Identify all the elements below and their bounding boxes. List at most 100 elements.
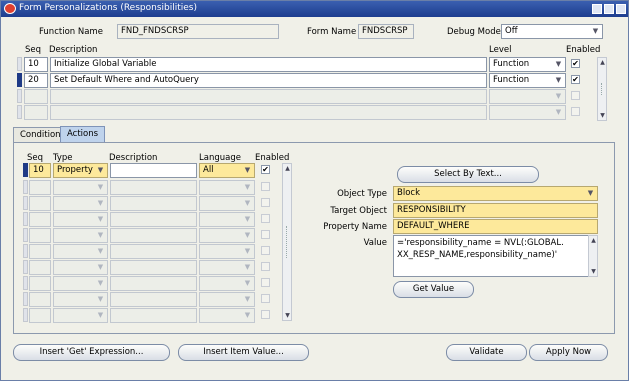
- rule-level-select[interactable]: ▼: [489, 105, 566, 120]
- action-description-field[interactable]: [110, 260, 197, 275]
- insert-item-value-button[interactable]: Insert Item Value...: [178, 344, 309, 361]
- rules-scrollbar[interactable]: ▲ ▼: [597, 57, 607, 121]
- action-seq-field[interactable]: [29, 292, 51, 307]
- action-description-field[interactable]: [110, 308, 197, 323]
- select-by-text-button[interactable]: Select By Text...: [397, 166, 539, 183]
- rule-level-select[interactable]: Function ▼: [489, 73, 566, 88]
- scroll-up-icon[interactable]: ▲: [284, 165, 291, 172]
- object-type-select[interactable]: Block ▼: [393, 186, 598, 201]
- row-indicator[interactable]: [23, 260, 28, 274]
- rule-seq-field[interactable]: [24, 89, 48, 104]
- action-seq-field[interactable]: [29, 196, 51, 211]
- value-scrollbar[interactable]: ▲ ▼: [588, 235, 598, 277]
- action-enabled-checkbox[interactable]: [261, 214, 270, 223]
- rule-level-select[interactable]: ▼: [489, 89, 566, 104]
- action-description-field[interactable]: [110, 276, 197, 291]
- apply-now-button[interactable]: Apply Now: [529, 344, 608, 361]
- tab-actions[interactable]: Actions: [60, 126, 106, 143]
- row-indicator-selected[interactable]: [23, 163, 28, 177]
- action-enabled-checkbox[interactable]: [261, 182, 270, 191]
- rule-description-field[interactable]: Set Default Where and AutoQuery: [50, 73, 487, 88]
- action-language-select[interactable]: ▼: [199, 244, 255, 259]
- scroll-down-icon[interactable]: ▼: [590, 268, 597, 275]
- rule-description-field[interactable]: [50, 105, 487, 120]
- scroll-up-icon[interactable]: ▲: [590, 237, 597, 244]
- row-indicator[interactable]: [17, 57, 22, 71]
- action-type-select[interactable]: ▼: [53, 276, 108, 291]
- action-enabled-checkbox[interactable]: [261, 246, 270, 255]
- action-language-select[interactable]: ▼: [199, 308, 255, 323]
- action-description-field[interactable]: [110, 228, 197, 243]
- action-seq-field[interactable]: [29, 228, 51, 243]
- rule-enabled-checkbox[interactable]: ✔: [571, 59, 580, 68]
- rule-seq-field[interactable]: 10: [24, 57, 48, 72]
- action-seq-field[interactable]: 10: [29, 163, 51, 178]
- action-type-select[interactable]: ▼: [53, 212, 108, 227]
- action-seq-field[interactable]: [29, 308, 51, 323]
- rule-enabled-checkbox[interactable]: ✔: [571, 75, 580, 84]
- action-enabled-checkbox[interactable]: [261, 198, 270, 207]
- action-language-select[interactable]: All ▼: [199, 163, 255, 178]
- rule-enabled-checkbox[interactable]: [571, 91, 580, 100]
- action-type-select[interactable]: ▼: [53, 228, 108, 243]
- rule-enabled-checkbox[interactable]: [571, 107, 580, 116]
- action-enabled-checkbox[interactable]: [261, 310, 270, 319]
- row-indicator[interactable]: [23, 212, 28, 226]
- action-type-select[interactable]: ▼: [53, 196, 108, 211]
- action-seq-field[interactable]: [29, 212, 51, 227]
- action-language-select[interactable]: ▼: [199, 260, 255, 275]
- action-type-select[interactable]: Property ▼: [53, 163, 108, 178]
- target-object-field[interactable]: RESPONSIBILITY: [393, 203, 598, 218]
- action-type-select[interactable]: ▼: [53, 292, 108, 307]
- row-indicator[interactable]: [23, 244, 28, 258]
- row-indicator-selected[interactable]: [17, 73, 22, 87]
- scrollbar-grip[interactable]: [286, 226, 288, 258]
- action-type-select[interactable]: ▼: [53, 180, 108, 195]
- row-indicator[interactable]: [23, 276, 28, 290]
- insert-get-expression-button[interactable]: Insert 'Get' Expression...: [13, 344, 170, 361]
- row-indicator[interactable]: [17, 89, 22, 103]
- scroll-up-icon[interactable]: ▲: [599, 59, 606, 66]
- row-indicator[interactable]: [17, 105, 22, 119]
- action-enabled-checkbox[interactable]: [261, 262, 270, 271]
- action-description-field[interactable]: [110, 212, 197, 227]
- row-indicator[interactable]: [23, 292, 28, 306]
- rule-description-field[interactable]: Initialize Global Variable: [50, 57, 487, 72]
- action-type-select[interactable]: ▼: [53, 308, 108, 323]
- action-language-select[interactable]: ▼: [199, 212, 255, 227]
- rule-seq-field[interactable]: 20: [24, 73, 48, 88]
- row-indicator[interactable]: [23, 196, 28, 210]
- action-type-select[interactable]: ▼: [53, 244, 108, 259]
- action-enabled-checkbox[interactable]: [261, 230, 270, 239]
- value-textarea[interactable]: ='responsibility_name = NVL(:GLOBAL. XX_…: [393, 235, 589, 277]
- minimize-icon[interactable]: [592, 4, 602, 14]
- validate-button[interactable]: Validate: [446, 344, 527, 361]
- action-description-field[interactable]: [110, 163, 197, 178]
- action-language-select[interactable]: ▼: [199, 180, 255, 195]
- action-description-field[interactable]: [110, 196, 197, 211]
- action-language-select[interactable]: ▼: [199, 196, 255, 211]
- action-type-select[interactable]: ▼: [53, 260, 108, 275]
- action-seq-field[interactable]: [29, 260, 51, 275]
- scroll-down-icon[interactable]: ▼: [599, 112, 606, 119]
- debug-mode-select[interactable]: Off ▼: [501, 24, 603, 39]
- row-indicator[interactable]: [23, 308, 28, 322]
- action-enabled-checkbox[interactable]: [261, 294, 270, 303]
- action-description-field[interactable]: [110, 180, 197, 195]
- rule-seq-field[interactable]: [24, 105, 48, 120]
- action-enabled-checkbox[interactable]: ✔: [261, 165, 270, 174]
- action-description-field[interactable]: [110, 244, 197, 259]
- action-language-select[interactable]: ▼: [199, 276, 255, 291]
- action-language-select[interactable]: ▼: [199, 228, 255, 243]
- function-name-field[interactable]: FND_FNDSCRSP: [117, 24, 279, 39]
- action-enabled-checkbox[interactable]: [261, 278, 270, 287]
- row-indicator[interactable]: [23, 228, 28, 242]
- action-description-field[interactable]: [110, 292, 197, 307]
- actions-scrollbar[interactable]: ▲ ▼: [282, 163, 292, 321]
- property-name-field[interactable]: DEFAULT_WHERE: [393, 219, 598, 234]
- scrollbar-grip[interactable]: [601, 82, 603, 96]
- action-seq-field[interactable]: [29, 244, 51, 259]
- action-language-select[interactable]: ▼: [199, 292, 255, 307]
- rule-level-select[interactable]: Function ▼: [489, 57, 566, 72]
- action-seq-field[interactable]: [29, 180, 51, 195]
